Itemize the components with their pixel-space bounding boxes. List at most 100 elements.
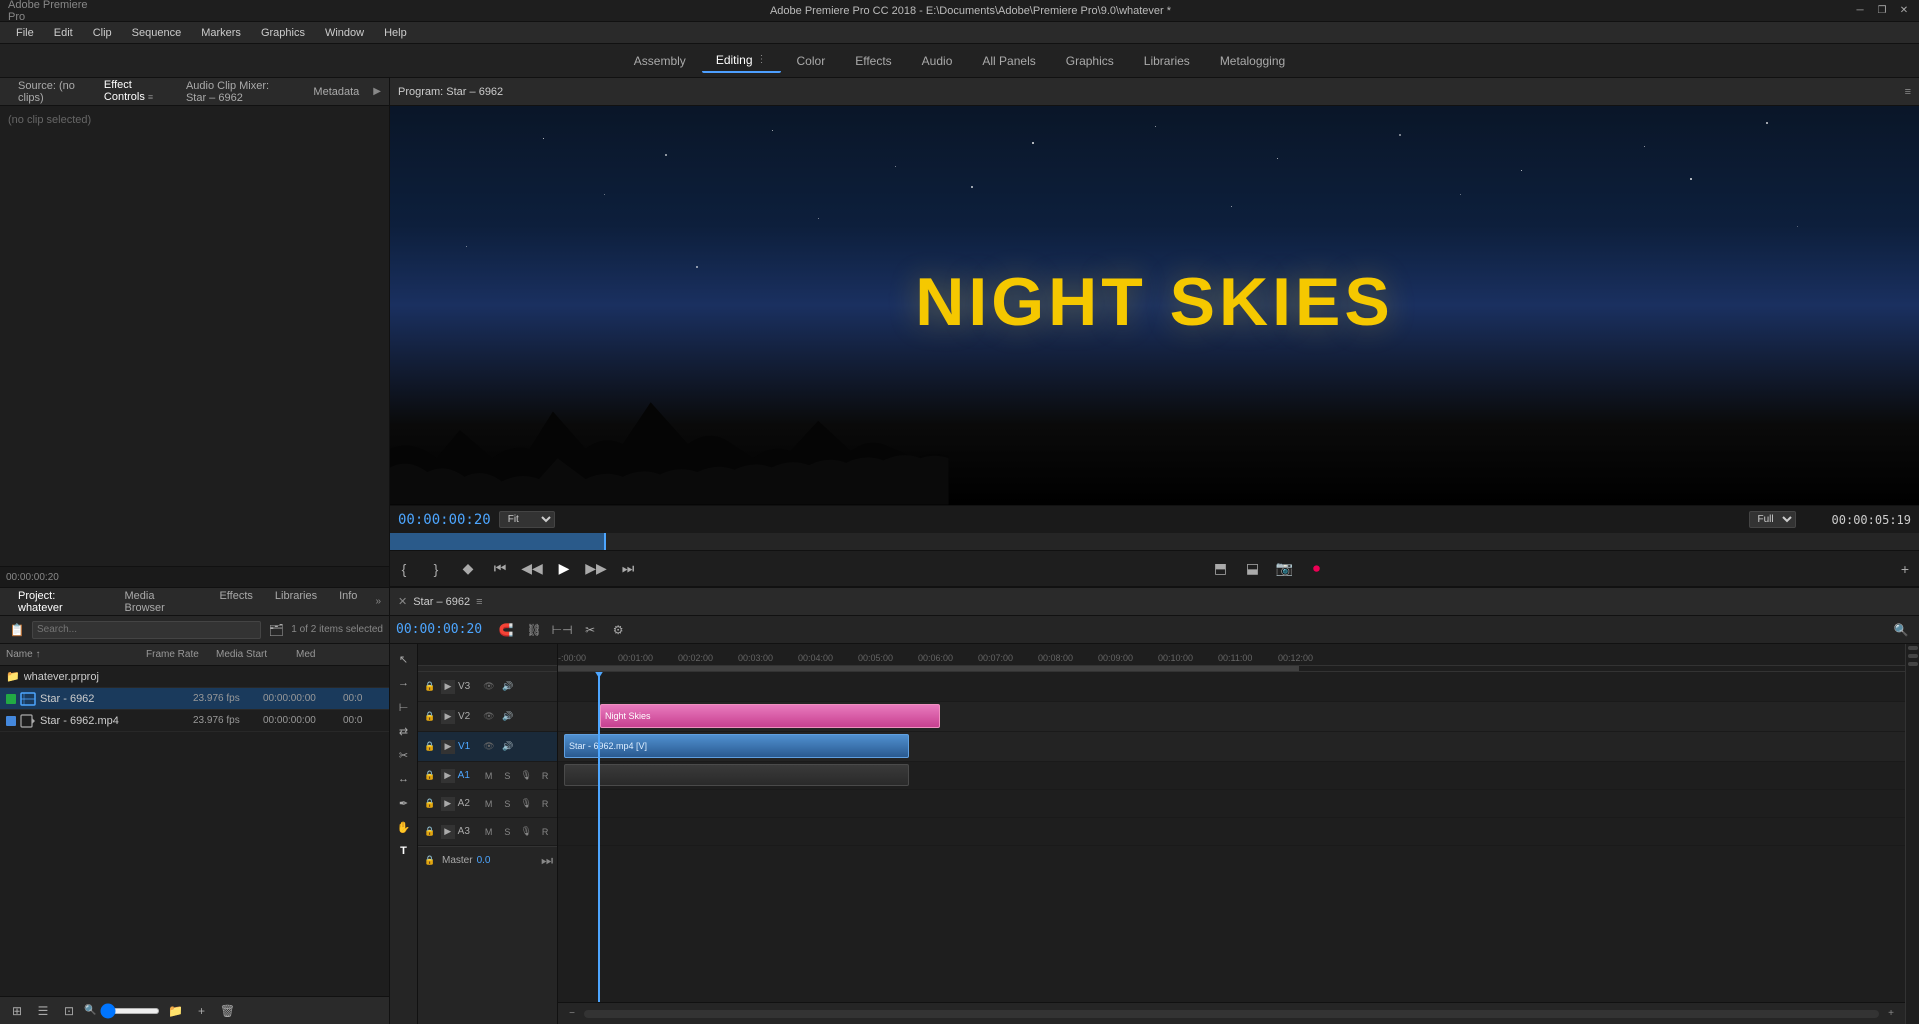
col-mediastart-header[interactable]: Media Start <box>216 649 296 660</box>
project-tabs-more[interactable]: » <box>375 596 381 607</box>
project-folder[interactable]: 📁 whatever.prproj <box>0 666 389 688</box>
quality-dropdown[interactable]: Full 1/21/4 <box>1749 511 1796 528</box>
step-back-button[interactable]: ◀◀ <box>518 555 546 583</box>
track-row-v1[interactable]: Star - 6962.mp4 [V] <box>558 732 1905 762</box>
timeline-scrollbar[interactable] <box>584 1010 1879 1018</box>
tab-effects[interactable]: Effects <box>841 50 905 72</box>
editing-tab-options[interactable]: ⋮ <box>757 54 767 65</box>
menu-help[interactable]: Help <box>376 25 415 41</box>
panel-expand-button[interactable]: ▶ <box>373 86 381 97</box>
col-name-header[interactable]: Name ↑ <box>6 649 146 660</box>
a3-record-btn[interactable]: 🎙 <box>518 824 534 840</box>
tab-all-panels[interactable]: All Panels <box>968 50 1049 72</box>
a2-sync-btn[interactable]: R <box>537 796 553 812</box>
restore-button[interactable]: ❐ <box>1875 4 1889 18</box>
a2-record-btn[interactable]: 🎙 <box>518 796 534 812</box>
menu-graphics[interactable]: Graphics <box>253 25 313 41</box>
tab-editing[interactable]: Editing ⋮ <box>702 49 781 73</box>
record-button[interactable]: ⏺ <box>1303 555 1331 583</box>
monitor-add-button[interactable]: + <box>1895 559 1915 579</box>
add-edit-btn[interactable]: ✂ <box>578 618 602 642</box>
project-zoom-slider[interactable] <box>100 1008 160 1014</box>
track-row-a3[interactable] <box>558 818 1905 846</box>
a1-lock-btn[interactable]: 🔒 <box>422 768 438 784</box>
menu-file[interactable]: File <box>8 25 42 41</box>
tl-type-tool[interactable]: T <box>393 840 415 862</box>
a3-lock-btn[interactable]: 🔒 <box>422 824 438 840</box>
monitor-playhead[interactable] <box>604 533 606 550</box>
a2-expand-btn[interactable]: ▶ <box>441 797 455 811</box>
tab-audio[interactable]: Audio <box>908 50 967 72</box>
close-button[interactable]: ✕ <box>1897 4 1911 18</box>
tl-hand-tool[interactable]: ✋ <box>393 816 415 838</box>
tab-effects-panel[interactable]: Effects <box>209 587 262 617</box>
project-item-star-6962-mp4[interactable]: Star - 6962.mp4 23.976 fps 00:00:00:00 0… <box>0 710 389 732</box>
monitor-menu-button[interactable]: ≡ <box>1905 86 1911 98</box>
sequence-menu-button[interactable]: ≡ <box>476 596 482 608</box>
project-search-input[interactable] <box>32 621 261 639</box>
v1-vis-btn[interactable]: 👁 <box>481 739 497 755</box>
go-to-out-button[interactable]: ⏭ <box>614 555 642 583</box>
tab-media-browser[interactable]: Media Browser <box>115 587 208 617</box>
menu-sequence[interactable]: Sequence <box>124 25 190 41</box>
tab-info[interactable]: Info <box>329 587 367 617</box>
mark-in-button[interactable]: { <box>390 555 418 583</box>
new-bin-btn[interactable]: 📁 <box>164 1000 186 1022</box>
new-item-btn-bottom[interactable]: + <box>190 1000 212 1022</box>
project-list-view-button[interactable]: 🗂 <box>265 619 287 641</box>
v2-vis-btn[interactable]: 👁 <box>481 709 497 725</box>
tl-slip-tool[interactable]: ↔ <box>393 768 415 790</box>
fit-dropdown[interactable]: Fit 25%50%75%100% <box>499 511 555 528</box>
a1-sync-btn[interactable]: R <box>537 768 553 784</box>
tab-graphics[interactable]: Graphics <box>1052 50 1128 72</box>
master-lock-btn[interactable]: 🔒 <box>422 853 438 869</box>
master-end-btn[interactable]: ⏭ <box>541 853 553 869</box>
a1-expand-btn[interactable]: ▶ <box>441 769 455 783</box>
clip-star[interactable]: Star - 6962.mp4 [V] <box>564 734 909 758</box>
tab-source[interactable]: Source: (no clips) <box>8 76 90 108</box>
add-marker-button[interactable]: ◆ <box>454 555 482 583</box>
minimize-button[interactable]: ─ <box>1853 4 1867 18</box>
a3-solo-btn[interactable]: S <box>500 824 516 840</box>
tab-metalogging[interactable]: Metalogging <box>1206 50 1299 72</box>
timeline-timecode[interactable]: 00:00:00:20 <box>396 622 482 637</box>
tab-audio-clip-mixer[interactable]: Audio Clip Mixer: Star – 6962 <box>176 76 299 108</box>
v2-lock-btn[interactable]: 🔒 <box>422 709 438 725</box>
v1-lock-btn[interactable]: 🔒 <box>422 739 438 755</box>
a3-expand-btn[interactable]: ▶ <box>441 825 455 839</box>
close-seq-icon[interactable]: ✕ <box>398 595 407 608</box>
export-frame-button[interactable]: 📷 <box>1271 555 1299 583</box>
a1-mute-btn[interactable]: M <box>481 768 497 784</box>
v2-expand-btn[interactable]: ▶ <box>441 710 455 724</box>
a2-mute-btn[interactable]: M <box>481 796 497 812</box>
clip-audio-a1[interactable] <box>564 764 909 786</box>
tl-rate-stretch-tool[interactable]: ⇄ <box>393 720 415 742</box>
go-to-in-button[interactable]: ⏮ <box>486 555 514 583</box>
tl-selection-tool[interactable]: ↖ <box>393 648 415 670</box>
overwrite-button[interactable]: ⬓ <box>1239 555 1267 583</box>
a1-record-btn[interactable]: 🎙 <box>518 768 534 784</box>
v1-audio-btn[interactable]: 🔊 <box>500 739 516 755</box>
project-item-star-6962[interactable]: Star - 6962 23.976 fps 00:00:00:00 00:0 <box>0 688 389 710</box>
current-timecode[interactable]: 00:00:00:20 <box>398 512 491 528</box>
v3-audio-btn[interactable]: 🔊 <box>500 679 516 695</box>
v1-expand-btn[interactable]: ▶ <box>441 740 455 754</box>
tab-project[interactable]: Project: whatever <box>8 587 113 617</box>
a3-sync-btn[interactable]: R <box>537 824 553 840</box>
tab-color[interactable]: Color <box>783 50 840 72</box>
trim-mode-btn[interactable]: ⊢⊣ <box>550 618 574 642</box>
project-freeform-btn[interactable]: ⊡ <box>58 1000 80 1022</box>
insert-button[interactable]: ⬒ <box>1207 555 1235 583</box>
menu-edit[interactable]: Edit <box>46 25 81 41</box>
v3-expand-btn[interactable]: ▶ <box>441 680 455 694</box>
timeline-zoom-in-btn[interactable]: + <box>1883 1006 1899 1022</box>
delete-item-btn[interactable]: 🗑 <box>216 1000 238 1022</box>
v3-lock-btn[interactable]: 🔒 <box>422 679 438 695</box>
clip-night-skies[interactable]: Night Skies <box>600 704 940 728</box>
track-row-a1[interactable] <box>558 762 1905 790</box>
track-row-v3[interactable] <box>558 672 1905 702</box>
tab-libraries[interactable]: Libraries <box>1130 50 1204 72</box>
project-icon-view-btn[interactable]: ⊞ <box>6 1000 28 1022</box>
settings-btn[interactable]: ⚙ <box>606 618 630 642</box>
effect-controls-menu-icon[interactable]: ≡ <box>148 92 153 102</box>
